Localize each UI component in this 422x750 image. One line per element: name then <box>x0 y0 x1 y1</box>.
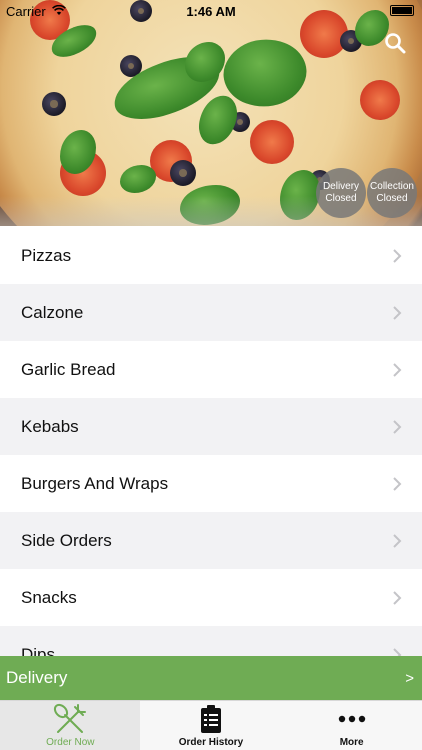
category-list: Pizzas Calzone Garlic Bread Kebabs Burge… <box>0 227 422 683</box>
category-label: Kebabs <box>21 416 79 436</box>
chevron-right-icon <box>393 362 402 377</box>
category-label: Side Orders <box>21 530 112 550</box>
category-item-snacks[interactable]: Snacks <box>0 569 422 626</box>
chevron-right-icon <box>393 419 402 434</box>
category-item-calzone[interactable]: Calzone <box>0 284 422 341</box>
tab-more[interactable]: More <box>281 701 422 750</box>
chevron-right-icon <box>393 590 402 605</box>
tab-bar: Order Now Order History More <box>0 700 422 750</box>
chevron-right-icon <box>393 533 402 548</box>
chevron-right-icon <box>393 248 402 263</box>
category-item-side-orders[interactable]: Side Orders <box>0 512 422 569</box>
category-label: Snacks <box>21 587 77 607</box>
delivery-mode-label: Delivery <box>6 668 68 687</box>
category-item-pizzas[interactable]: Pizzas <box>0 227 422 284</box>
status-bar: Carrier 1:46 AM <box>0 0 422 22</box>
collection-badge-line1: Collection <box>370 181 414 192</box>
category-label: Calzone <box>21 302 84 322</box>
clipboard-icon <box>200 703 222 735</box>
chevron-right-icon <box>393 305 402 320</box>
category-label: Garlic Bread <box>21 359 116 379</box>
category-item-garlic-bread[interactable]: Garlic Bread <box>0 341 422 398</box>
delivery-status-badge: Delivery Closed <box>316 168 366 218</box>
category-label: Pizzas <box>21 245 72 265</box>
hero-image: Carrier 1:46 AM Delivery Closed Collecti… <box>0 0 422 226</box>
tab-label: Order Now <box>46 737 95 748</box>
delivery-badge-line1: Delivery <box>322 181 360 192</box>
battery-icon <box>390 5 414 16</box>
search-icon[interactable] <box>384 32 406 54</box>
category-item-kebabs[interactable]: Kebabs <box>0 398 422 455</box>
tab-label: More <box>339 737 364 748</box>
status-time: 1:46 AM <box>186 4 236 19</box>
delivery-arrow: > <box>405 669 414 687</box>
more-dots-icon <box>338 703 366 735</box>
tab-order-history[interactable]: Order History <box>141 701 282 750</box>
tab-label: Order History <box>178 737 244 748</box>
category-label: Burgers And Wraps <box>21 473 169 493</box>
chevron-right-icon <box>393 476 402 491</box>
collection-badge-line2: Closed <box>376 193 408 204</box>
fork-knife-icon <box>53 703 87 735</box>
category-item-burgers-and-wraps[interactable]: Burgers And Wraps <box>0 455 422 512</box>
delivery-mode-bar[interactable]: Delivery > <box>0 656 422 700</box>
tab-order-now[interactable]: Order Now <box>0 701 141 750</box>
delivery-badge-line2: Closed <box>325 193 357 204</box>
collection-status-badge: Collection Closed <box>367 168 417 218</box>
